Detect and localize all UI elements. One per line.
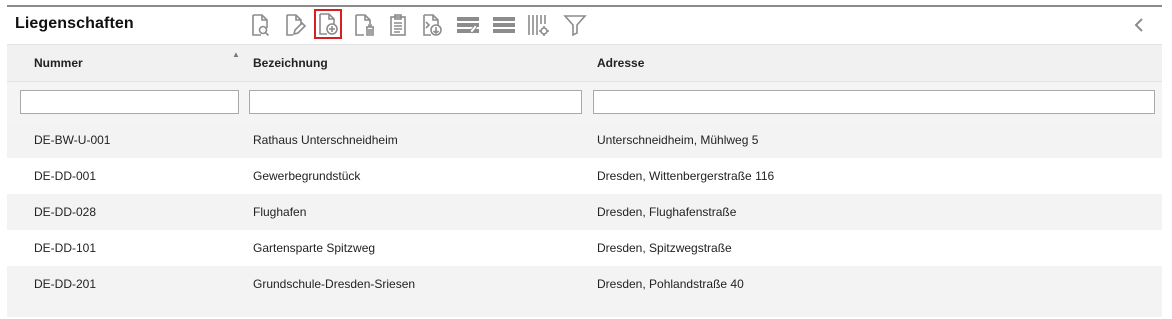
cell-nummer: DE-DD-028	[34, 205, 97, 219]
cell-adresse: Dresden, Flughafenstraße	[597, 205, 737, 219]
filter-icon[interactable]	[562, 11, 588, 39]
cell-nummer: DE-DD-201	[34, 277, 97, 291]
cell-bezeichnung: Grundschule-Dresden-Sriesen	[253, 277, 416, 291]
table-row[interactable]: DE-DD-001 Gewerbegrundstück Dresden, Wit…	[7, 158, 1162, 194]
column-header-bezeichnung[interactable]: Bezeichnung	[253, 45, 573, 81]
cell-nummer: DE-DD-101	[34, 241, 97, 255]
filter-input-bezeichnung[interactable]	[249, 90, 582, 114]
cell-bezeichnung: Gartensparte Spitzweg	[253, 241, 376, 255]
cell-bezeichnung: Flughafen	[253, 205, 307, 219]
filter-input-nummer[interactable]	[20, 90, 239, 114]
cell-adresse: Dresden, Wittenbergerstraße 116	[597, 169, 775, 183]
table-row[interactable]: DE-DD-028 Flughafen Dresden, Flughafenst…	[7, 194, 1162, 230]
clipboard-icon[interactable]	[385, 11, 411, 39]
edit-rows-icon[interactable]	[455, 11, 481, 39]
cell-nummer: DE-DD-001	[34, 169, 97, 183]
list-rows-icon[interactable]	[491, 11, 517, 39]
table-row[interactable]: DE-DD-201 Grundschule-Dresden-Sriesen Dr…	[7, 266, 1162, 302]
column-settings-icon[interactable]	[525, 11, 551, 39]
table-header: Nummer Bezeichnung Adresse	[7, 45, 1162, 81]
cell-adresse: Unterschneidheim, Mühlweg 5	[597, 133, 759, 147]
table-footer-spacer	[7, 302, 1162, 317]
panel-toolbar: Liegenschaften	[7, 7, 1162, 46]
sort-ascending-icon: ▲	[232, 50, 240, 59]
filter-input-adresse[interactable]	[593, 90, 1155, 114]
chevron-left-icon[interactable]	[1130, 14, 1148, 36]
view-details-icon[interactable]	[247, 11, 273, 39]
cell-bezeichnung: Gewerbegrundstück	[253, 169, 361, 183]
cell-adresse: Dresden, Pohlandstraße 40	[597, 277, 744, 291]
column-header-adresse[interactable]: Adresse	[597, 45, 997, 81]
table-row[interactable]: DE-DD-101 Gartensparte Spitzweg Dresden,…	[7, 230, 1162, 266]
cell-adresse: Dresden, Spitzwegstraße	[597, 241, 732, 255]
filter-row	[7, 81, 1162, 123]
edit-document-icon[interactable]	[281, 11, 307, 39]
cell-bezeichnung: Rathaus Unterschneidheim	[253, 133, 398, 147]
add-document-icon[interactable]	[314, 9, 342, 39]
panel-title: Liegenschaften	[15, 15, 134, 32]
delete-document-icon[interactable]	[351, 11, 377, 39]
column-header-nummer[interactable]: Nummer	[34, 45, 234, 81]
export-document-icon[interactable]	[419, 11, 445, 39]
cell-nummer: DE-BW-U-001	[34, 133, 111, 147]
table-row[interactable]: DE-BW-U-001 Rathaus Unterschneidheim Unt…	[7, 122, 1162, 158]
